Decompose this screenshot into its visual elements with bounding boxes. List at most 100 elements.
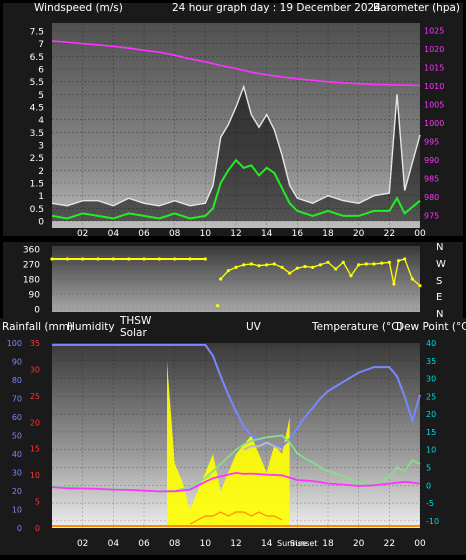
rain-tick-label: 0: [35, 524, 40, 533]
wind-tick-label: 6: [38, 66, 44, 76]
wind-x-tick-label: 22: [384, 229, 395, 239]
temp-x-tick-label: 00: [414, 539, 426, 549]
humidity-tick-label: 20: [12, 487, 22, 496]
humidity-tick-label: 10: [12, 506, 22, 515]
dir-tick-label: 90: [29, 291, 41, 301]
wind-x-tick-label: 14: [261, 229, 273, 239]
temp-tick-label: 20: [426, 410, 436, 419]
wind-x-tick-label: 02: [77, 229, 88, 239]
legend-dewpoint: Dew Point (°C): [396, 321, 466, 333]
dir-tick-label: 360: [23, 246, 40, 256]
wind-x-tick-label: 04: [108, 229, 120, 239]
wind-tick-label: 4.5: [30, 104, 44, 114]
wind-tick-label: 0.5: [30, 205, 44, 215]
barometer-tick-label: 1010: [424, 82, 444, 91]
temp-tick-label: -5: [426, 499, 434, 508]
rain-tick-label: 5: [35, 498, 40, 507]
temp-x-tick-label: 02: [77, 539, 88, 549]
barometer-tick-label: 985: [424, 175, 439, 184]
wind-tick-label: 3: [38, 142, 44, 152]
barometer-tick-label: 1000: [424, 119, 444, 128]
temp-tick-label: 30: [426, 375, 436, 384]
humidity-tick-label: 40: [12, 450, 22, 459]
rain-tick-label: 15: [30, 445, 40, 454]
rain-tick-label: 10: [30, 471, 40, 480]
temp-x-tick-label: 04: [108, 539, 120, 549]
temp-x-tick-label: 06: [138, 539, 150, 549]
temp-tick-label: 0: [426, 481, 431, 490]
temp-tick-label: 15: [426, 428, 436, 437]
sunset-label: Sunset: [290, 539, 317, 548]
temp-x-tick-label: 12: [230, 539, 241, 549]
graph-title: 24 hour graph day : 19 December 2024: [172, 2, 381, 14]
weather-chart-svg: Windspeed (m/s) 24 hour graph day : 19 D…: [0, 2, 466, 555]
temp-tick-label: 40: [426, 339, 436, 348]
legend-solar: Solar: [120, 327, 147, 339]
temp-tick-label: 25: [426, 392, 436, 401]
temp-x-tick-label: 22: [384, 539, 395, 549]
legend-rainfall: Rainfall (mm): [2, 321, 73, 333]
wind-tick-label: 5: [38, 91, 44, 101]
wind-axis-title: Windspeed (m/s): [34, 2, 123, 14]
dir-tick-label: 270: [23, 261, 40, 271]
humidity-tick-label: 90: [12, 358, 22, 367]
wind-x-tick-label: 10: [200, 229, 212, 239]
legend-thsw: THSW: [119, 315, 152, 327]
humidity-tick-label: 100: [7, 339, 22, 348]
rain-tick-label: 30: [30, 365, 40, 374]
humidity-tick-label: 80: [12, 376, 22, 385]
legend-humidity: Humidity: [67, 321, 115, 333]
temp-x-tick-label: 18: [322, 539, 334, 549]
dir-label-n-top: N: [436, 242, 443, 253]
barometer-tick-label: 990: [424, 156, 439, 165]
rain-tick-label: 20: [30, 418, 40, 427]
wind-tick-label: 3.5: [30, 129, 44, 139]
wind-tick-label: 1: [38, 192, 44, 202]
temp-tick-label: -10: [426, 517, 439, 526]
weather-graph: Windspeed (m/s) 24 hour graph day : 19 D…: [0, 0, 466, 555]
temp-x-tick-label: 14: [261, 539, 273, 549]
wind-x-tick-label: 16: [292, 229, 304, 239]
temp-x-tick-label: 08: [169, 539, 181, 549]
wind-tick-label: 6.5: [30, 53, 44, 63]
humidity-tick-label: 50: [12, 432, 22, 441]
barometer-tick-label: 1025: [424, 27, 444, 36]
legend-temperature: Temperature (°C): [311, 321, 403, 333]
wind-tick-label: 2: [38, 167, 44, 177]
wind-x-tick-label: 20: [353, 229, 365, 239]
wind-x-tick-label: 08: [169, 229, 181, 239]
wind-tick-label: 2.5: [30, 154, 44, 164]
temp-tick-label: 35: [426, 357, 436, 366]
temp-x-tick-label: 10: [200, 539, 212, 549]
wind-x-tick-label: 18: [322, 229, 334, 239]
wind-tick-label: 0: [38, 218, 44, 228]
dir-label-s: S: [436, 276, 442, 287]
rain-tick-label: 25: [30, 392, 40, 401]
wind-x-tick-label: 12: [230, 229, 241, 239]
wind-x-tick-label: 00: [414, 229, 426, 239]
barometer-tick-label: 975: [424, 212, 439, 221]
dir-tick-label: 0: [34, 306, 40, 316]
legend-uv: UV: [246, 321, 262, 333]
barometer-tick-label: 995: [424, 138, 439, 147]
wind-tick-label: 7: [38, 40, 44, 50]
humidity-tick-label: 0: [17, 524, 22, 533]
wind-tick-label: 4: [38, 116, 44, 126]
barometer-tick-label: 1005: [424, 101, 444, 110]
humidity-tick-label: 60: [12, 413, 22, 422]
wind-tick-label: 7.5: [30, 28, 44, 38]
dir-label-w: W: [436, 259, 446, 270]
rain-tick-label: 35: [30, 339, 40, 348]
barometer-tick-label: 1020: [424, 45, 444, 54]
wind-tick-label: 5.5: [30, 78, 44, 88]
direction-point: [216, 304, 220, 308]
barometer-tick-label: 1015: [424, 64, 444, 73]
dir-label-n-bottom: N: [436, 309, 443, 320]
humidity-tick-label: 30: [12, 469, 22, 478]
temp-tick-label: 10: [426, 446, 436, 455]
temp-x-tick-label: 20: [353, 539, 365, 549]
dir-label-e: E: [436, 292, 442, 303]
wind-tick-label: 1.5: [30, 180, 44, 190]
wind-x-tick-label: 06: [138, 229, 150, 239]
temp-tick-label: 5: [426, 464, 431, 473]
